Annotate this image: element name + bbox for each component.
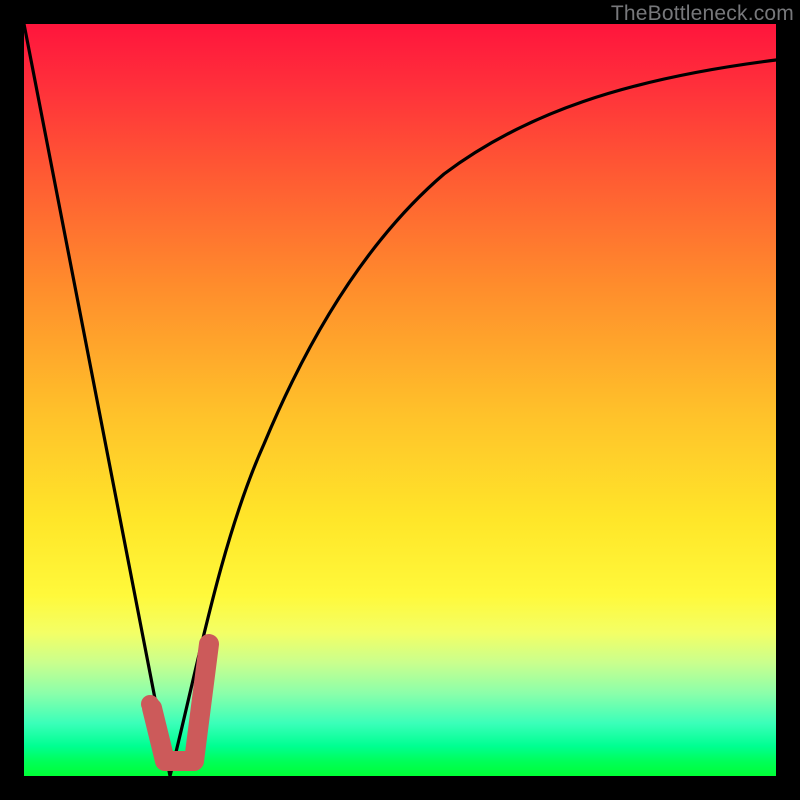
curve-layer <box>24 24 776 776</box>
bottleneck-curve <box>24 24 776 776</box>
watermark-text: TheBottleneck.com <box>611 2 794 26</box>
marker-dot <box>141 695 159 713</box>
marker-check <box>152 644 209 761</box>
plot-area <box>24 24 776 776</box>
outer-frame: TheBottleneck.com <box>0 0 800 800</box>
